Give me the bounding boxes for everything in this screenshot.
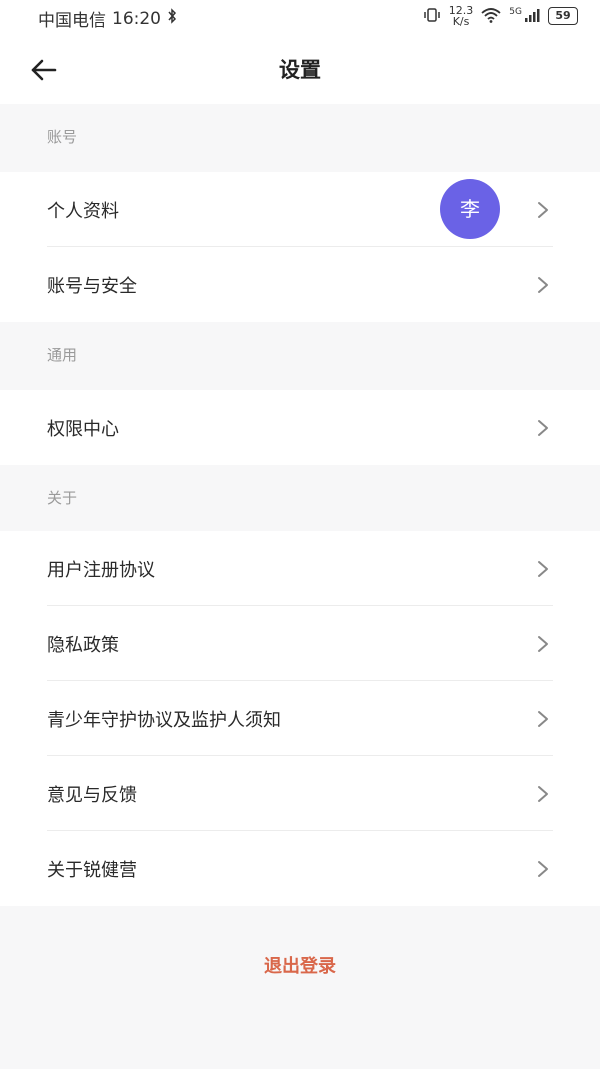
row-label: 权限中心 xyxy=(47,419,119,440)
signal-5g-label: 5G xyxy=(509,7,522,17)
chevron-right-icon xyxy=(538,277,548,293)
status-right: 12.3 K/s 5G 59 xyxy=(423,5,578,27)
page-title: 设置 xyxy=(279,58,321,82)
row-youth-protection[interactable]: 青少年守护协议及监护人须知 xyxy=(0,681,600,756)
logout-button[interactable]: 退出登录 xyxy=(0,952,600,978)
chevron-right-icon xyxy=(538,636,548,652)
row-label: 关于锐健营 xyxy=(47,860,137,881)
section-header-about: 关于 xyxy=(0,465,600,533)
row-label: 个人资料 xyxy=(47,201,119,222)
clock: 16:20 xyxy=(112,8,161,29)
section-title-about: 关于 xyxy=(47,489,78,507)
status-left: 中国电信 16:20 xyxy=(38,6,177,31)
avatar: 李 xyxy=(440,179,500,239)
row-about-app[interactable]: 关于锐健营 xyxy=(0,831,600,906)
row-user-agreement[interactable]: 用户注册协议 xyxy=(0,531,600,606)
section-title-account: 账号 xyxy=(47,128,78,146)
status-bar: 中国电信 16:20 12.3 K/s 5G 59 xyxy=(0,0,600,34)
wifi-icon xyxy=(481,7,501,26)
chevron-right-icon xyxy=(538,861,548,877)
net-speed: 12.3 K/s xyxy=(449,5,474,27)
bottom-area xyxy=(0,906,600,1069)
net-speed-unit: K/s xyxy=(452,15,470,28)
chevron-right-icon xyxy=(538,420,548,436)
vibrate-icon xyxy=(423,7,441,26)
signal-icon xyxy=(524,7,540,26)
section-header-general: 通用 xyxy=(0,322,600,390)
section-header-account: 账号 xyxy=(0,104,600,172)
row-label: 意见与反馈 xyxy=(47,785,137,806)
section-title-general: 通用 xyxy=(47,346,78,364)
chevron-right-icon xyxy=(538,561,548,577)
row-label: 隐私政策 xyxy=(47,635,119,656)
carrier-label: 中国电信 xyxy=(38,11,106,31)
row-label: 账号与安全 xyxy=(47,276,137,297)
row-feedback[interactable]: 意见与反馈 xyxy=(0,756,600,831)
battery-indicator: 59 xyxy=(548,7,578,25)
row-label: 青少年守护协议及监护人须知 xyxy=(47,710,281,731)
chevron-right-icon xyxy=(538,786,548,802)
nav-header: 设置 xyxy=(0,34,600,104)
row-label: 用户注册协议 xyxy=(47,560,155,581)
row-account-security[interactable]: 账号与安全 xyxy=(0,247,600,322)
row-profile[interactable]: 个人资料 李 xyxy=(0,172,600,247)
settings-page: 中国电信 16:20 12.3 K/s 5G 59 设置 账号 个人资料 李 账… xyxy=(0,0,600,1069)
row-permission-center[interactable]: 权限中心 xyxy=(0,390,600,465)
chevron-right-icon xyxy=(538,202,548,218)
chevron-right-icon xyxy=(538,711,548,727)
bluetooth-icon xyxy=(167,8,177,29)
row-privacy-policy[interactable]: 隐私政策 xyxy=(0,606,600,681)
